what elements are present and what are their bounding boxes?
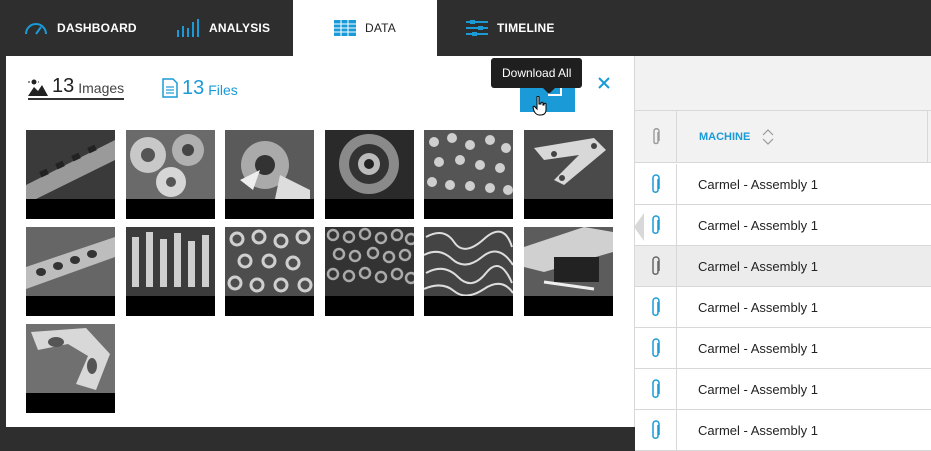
bar-chart-icon	[177, 19, 199, 37]
image-thumbnail-machined-bar[interactable]	[26, 130, 115, 219]
image-thumbnail-press-machine[interactable]	[524, 227, 613, 316]
nav-tab-label: DATA	[364, 21, 397, 35]
table-row-selected[interactable]: Carmel - Assembly 1	[635, 246, 931, 287]
images-label: Images	[78, 80, 125, 96]
sort-icon[interactable]	[762, 128, 774, 146]
files-count: 13	[182, 77, 205, 99]
column-divider	[927, 111, 928, 163]
attachment-cell[interactable]	[635, 246, 677, 287]
attachment-cell[interactable]	[635, 328, 677, 369]
table-row[interactable]: Carmel - Assembly 1	[635, 205, 931, 246]
document-icon	[162, 78, 178, 98]
nav-tab-timeline[interactable]: TIMELINE	[466, 0, 555, 56]
image-thumbnail-bracket[interactable]	[524, 130, 613, 219]
attachment-cell[interactable]	[635, 164, 677, 205]
machine-cell: Carmel - Assembly 1	[698, 259, 818, 274]
landscape-icon	[28, 78, 48, 96]
image-thumbnail-nuts-dense[interactable]	[325, 227, 414, 316]
paperclip-icon	[651, 255, 660, 275]
paperclip-icon	[651, 419, 660, 439]
machine-cell: Carmel - Assembly 1	[698, 341, 818, 356]
data-table: MACHINE Carmel - Assembly 1 Carmel - Ass…	[634, 56, 931, 451]
table-header: MACHINE	[635, 111, 931, 163]
nav-tab-label: TIMELINE	[497, 21, 555, 35]
nav-tab-data[interactable]: DATA	[293, 0, 437, 56]
attachment-cell[interactable]	[635, 287, 677, 328]
table-row[interactable]: Carmel - Assembly 1	[635, 287, 931, 328]
paperclip-icon	[651, 378, 660, 398]
tooltip-arrow	[543, 88, 555, 94]
close-icon[interactable]	[596, 75, 612, 91]
files-tab[interactable]: 13 Files	[162, 74, 238, 100]
paperclip-icon	[651, 214, 660, 234]
image-thumbnail-fasteners[interactable]	[126, 227, 215, 316]
attachments-panel: 13 Images 13 Files Download All	[6, 56, 634, 427]
nav-tab-label: DASHBOARD	[57, 21, 137, 35]
machine-cell: Carmel - Assembly 1	[698, 177, 818, 192]
nav-tab-label: ANALYSIS	[209, 21, 271, 35]
download-all-tooltip: Download All	[491, 58, 583, 88]
image-thumbnail-lathe-cutting[interactable]	[225, 130, 314, 219]
machine-cell: Carmel - Assembly 1	[698, 382, 818, 397]
image-thumbnail-bolt-pile[interactable]	[424, 130, 513, 219]
gauge-icon	[25, 23, 47, 35]
table-toolbar	[635, 56, 931, 111]
machine-column-header[interactable]: MACHINE	[699, 131, 750, 143]
image-thumbnail-perforated-bar[interactable]	[26, 227, 115, 316]
attachment-column-header	[635, 111, 677, 163]
table-row[interactable]: Carmel - Assembly 1	[635, 328, 931, 369]
attachment-cell[interactable]	[635, 410, 677, 451]
paperclip-icon	[651, 296, 660, 316]
paperclip-icon	[652, 128, 660, 145]
machine-cell: Carmel - Assembly 1	[698, 218, 818, 233]
selected-row-pointer	[634, 213, 644, 241]
image-thumbnail-triangular-frame[interactable]	[26, 324, 115, 413]
images-count: 13	[52, 75, 75, 97]
table-row[interactable]: Carmel - Assembly 1	[635, 369, 931, 410]
table-icon	[333, 20, 356, 36]
hand-cursor-icon	[532, 96, 547, 116]
attachment-cell[interactable]	[635, 369, 677, 410]
machine-cell: Carmel - Assembly 1	[698, 423, 818, 438]
image-thumbnail-gear-ring[interactable]	[325, 130, 414, 219]
image-thumbnail-gear-parts[interactable]	[126, 130, 215, 219]
paperclip-icon	[651, 337, 660, 357]
nav-tab-analysis[interactable]: ANALYSIS	[176, 0, 270, 56]
machine-cell: Carmel - Assembly 1	[698, 300, 818, 315]
files-label: Files	[208, 82, 238, 98]
table-row[interactable]: Carmel - Assembly 1	[635, 410, 931, 451]
nav-tab-dashboard[interactable]: DASHBOARD	[24, 0, 137, 56]
images-tab[interactable]: 13 Images	[28, 74, 125, 100]
timeline-icon	[466, 20, 488, 36]
image-thumbnail-nuts[interactable]	[225, 227, 314, 316]
image-thumbnail-metal-shavings[interactable]	[424, 227, 513, 316]
top-nav: DASHBOARD ANALYSIS DATA TIMELINE	[0, 0, 931, 56]
table-row[interactable]: Carmel - Assembly 1	[635, 164, 931, 205]
paperclip-icon	[651, 173, 660, 193]
